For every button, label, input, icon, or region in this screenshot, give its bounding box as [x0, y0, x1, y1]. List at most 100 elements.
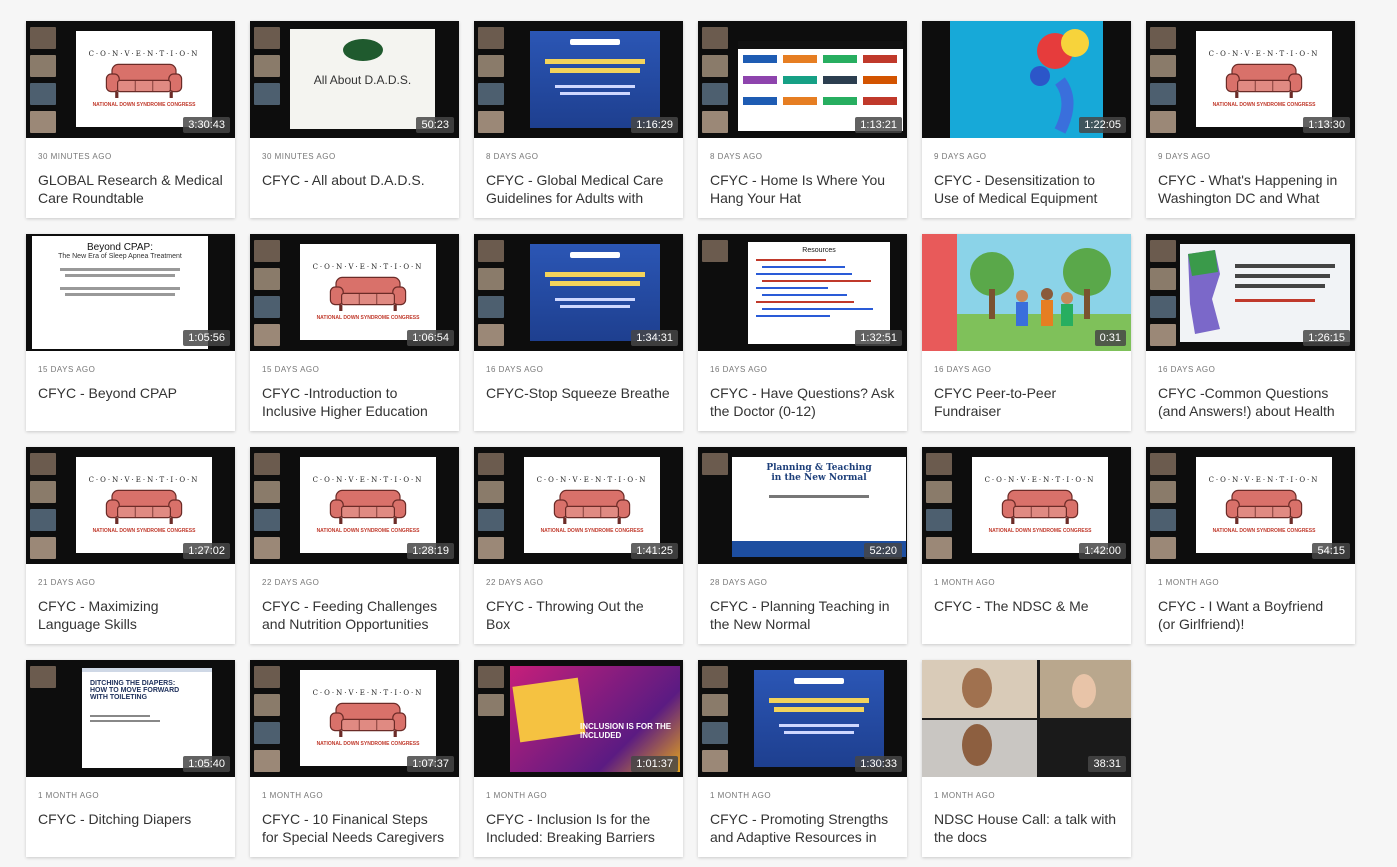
- video-card[interactable]: Planning & Teaching in the New Normal 52…: [698, 447, 907, 644]
- video-thumbnail[interactable]: Beyond CPAP: The New Era of Sleep Apnea …: [26, 234, 235, 351]
- duration-badge: 1:05:40: [183, 756, 230, 772]
- webcam-tile: [30, 55, 56, 77]
- duration-badge: 1:27:02: [183, 543, 230, 559]
- video-card[interactable]: 1:22:05 9 DAYS AGO CFYC - Desensitizatio…: [922, 21, 1131, 218]
- video-card[interactable]: C·O·N·V·E·N·T·I·O·N NATIONAL DOWN SYNDRO…: [474, 447, 683, 644]
- video-thumbnail[interactable]: DITCHING THE DIAPERS: HOW TO MOVE FORWARD…: [26, 660, 235, 777]
- video-thumbnail[interactable]: 1:13:21: [698, 21, 907, 138]
- video-card[interactable]: C·O·N·V·E·N·T·I·O·N NATIONAL DOWN SYNDRO…: [250, 234, 459, 431]
- video-thumbnail[interactable]: C·O·N·V·E·N·T·I·O·N NATIONAL DOWN SYNDRO…: [1146, 447, 1355, 564]
- video-title[interactable]: CFYC - Ditching Diapers: [38, 810, 223, 828]
- webcam-tile: [478, 240, 504, 262]
- couch-icon: [329, 276, 407, 311]
- webcam-tile: [702, 27, 728, 49]
- video-title[interactable]: CFYC Peer-to-Peer Fundraiser: [934, 384, 1119, 420]
- video-title[interactable]: CFYC - Global Medical Care Guidelines fo…: [486, 171, 671, 207]
- duration-badge: 54:15: [1312, 543, 1350, 559]
- video-thumbnail[interactable]: C·O·N·V·E·N·T·I·O·N NATIONAL DOWN SYNDRO…: [922, 447, 1131, 564]
- couch-icon: [553, 489, 631, 524]
- webcam-tile: [1150, 55, 1176, 77]
- video-title[interactable]: CFYC -Common Questions (and Answers!) ab…: [1158, 384, 1343, 420]
- slide-preview: C·O·N·V·E·N·T·I·O·N NATIONAL DOWN SYNDRO…: [1196, 31, 1332, 127]
- upload-age: 30 MINUTES AGO: [262, 152, 336, 161]
- slide-preview: C·O·N·V·E·N·T·I·O·N NATIONAL DOWN SYNDRO…: [76, 457, 212, 553]
- couch-icon: [329, 489, 407, 524]
- video-title[interactable]: CFYC - Promoting Strengths and Adaptive …: [710, 810, 895, 846]
- video-title[interactable]: NDSC House Call: a talk with the docs: [934, 810, 1119, 846]
- video-thumbnail[interactable]: 1:34:31: [474, 234, 683, 351]
- slide-preview: C·O·N·V·E·N·T·I·O·N NATIONAL DOWN SYNDRO…: [1196, 457, 1332, 553]
- video-card[interactable]: C·O·N·V·E·N·T·I·O·N NATIONAL DOWN SYNDRO…: [250, 447, 459, 644]
- video-card[interactable]: 1:34:31 16 DAYS AGO CFYC-Stop Squeeze Br…: [474, 234, 683, 431]
- video-card[interactable]: All About D.A.D.S. 50:23 30 MINUTES AGO …: [250, 21, 459, 218]
- video-thumbnail[interactable]: 38:31: [922, 660, 1131, 777]
- video-card[interactable]: C·O·N·V·E·N·T·I·O·N NATIONAL DOWN SYNDRO…: [1146, 447, 1355, 644]
- video-title[interactable]: CFYC - Home Is Where You Hang Your Hat: [710, 171, 895, 207]
- video-title[interactable]: CFYC - All about D.A.D.S.: [262, 171, 447, 189]
- video-title[interactable]: CFYC-Stop Squeeze Breathe: [486, 384, 671, 402]
- couch-icon: [1225, 63, 1303, 98]
- video-card[interactable]: C·O·N·V·E·N·T·I·O·N NATIONAL DOWN SYNDRO…: [26, 447, 235, 644]
- webcam-tile: [1150, 453, 1176, 475]
- webcam-tile: [254, 55, 280, 77]
- video-title[interactable]: GLOBAL Research & Medical Care Roundtabl…: [38, 171, 223, 207]
- slide-preview: C·O·N·V·E·N·T·I·O·N NATIONAL DOWN SYNDRO…: [300, 457, 436, 553]
- video-title[interactable]: CFYC - Beyond CPAP: [38, 384, 223, 402]
- video-card[interactable]: DITCHING THE DIAPERS: HOW TO MOVE FORWARD…: [26, 660, 235, 857]
- video-thumbnail[interactable]: 1:26:15: [1146, 234, 1355, 351]
- video-title[interactable]: CFYC - Maximizing Language Skills: [38, 597, 223, 633]
- upload-age: 1 MONTH AGO: [934, 791, 996, 800]
- upload-age: 15 DAYS AGO: [38, 365, 96, 374]
- video-thumbnail[interactable]: C·O·N·V·E·N·T·I·O·N NATIONAL DOWN SYNDRO…: [26, 21, 235, 138]
- video-thumbnail[interactable]: 1:22:05: [922, 21, 1131, 138]
- video-card[interactable]: C·O·N·V·E·N·T·I·O·N NATIONAL DOWN SYNDRO…: [250, 660, 459, 857]
- video-card[interactable]: Beyond CPAP: The New Era of Sleep Apnea …: [26, 234, 235, 431]
- video-title[interactable]: CFYC - 10 Finanical Steps for Special Ne…: [262, 810, 447, 846]
- video-card[interactable]: 1:26:15 16 DAYS AGO CFYC -Common Questio…: [1146, 234, 1355, 431]
- webcam-tile: [1150, 83, 1176, 105]
- webcam-tile: [1150, 111, 1176, 133]
- video-card[interactable]: 1:16:29 8 DAYS AGO CFYC - Global Medical…: [474, 21, 683, 218]
- video-title[interactable]: CFYC - Have Questions? Ask the Doctor (0…: [710, 384, 895, 420]
- video-thumbnail[interactable]: Resources 1:32:51: [698, 234, 907, 351]
- video-title[interactable]: CFYC - Feeding Challenges and Nutrition …: [262, 597, 447, 633]
- video-card[interactable]: C·O·N·V·E·N·T·I·O·N NATIONAL DOWN SYNDRO…: [922, 447, 1131, 644]
- video-thumbnail[interactable]: C·O·N·V·E·N·T·I·O·N NATIONAL DOWN SYNDRO…: [474, 447, 683, 564]
- video-thumbnail[interactable]: 1:30:33: [698, 660, 907, 777]
- video-thumbnail[interactable]: 0:31: [922, 234, 1131, 351]
- video-thumbnail[interactable]: Planning & Teaching in the New Normal 52…: [698, 447, 907, 564]
- video-thumbnail[interactable]: C·O·N·V·E·N·T·I·O·N NATIONAL DOWN SYNDRO…: [250, 447, 459, 564]
- video-thumbnail[interactable]: C·O·N·V·E·N·T·I·O·N NATIONAL DOWN SYNDRO…: [1146, 21, 1355, 138]
- webcam-tile: [30, 453, 56, 475]
- video-title[interactable]: CFYC - What's Happening in Washington DC…: [1158, 171, 1343, 207]
- video-title[interactable]: CFYC - Inclusion Is for the Included: Br…: [486, 810, 671, 846]
- video-thumbnail[interactable]: 1:16:29: [474, 21, 683, 138]
- map-icon: [1188, 250, 1335, 334]
- couch-icon: [105, 489, 183, 524]
- upload-age: 16 DAYS AGO: [1158, 365, 1216, 374]
- video-title[interactable]: CFYC - The NDSC & Me: [934, 597, 1119, 615]
- couch-icon: [329, 702, 407, 737]
- video-thumbnail[interactable]: C·O·N·V·E·N·T·I·O·N NATIONAL DOWN SYNDRO…: [250, 234, 459, 351]
- video-card[interactable]: C·O·N·V·E·N·T·I·O·N NATIONAL DOWN SYNDRO…: [1146, 21, 1355, 218]
- video-card[interactable]: Resources 1:32:51 16 DAYS AGO CFYC - Hav…: [698, 234, 907, 431]
- video-title[interactable]: CFYC - Throwing Out the Box: [486, 597, 671, 633]
- video-card[interactable]: 38:31 1 MONTH AGO NDSC House Call: a tal…: [922, 660, 1131, 857]
- video-title[interactable]: CFYC - Desensitization to Use of Medical…: [934, 171, 1119, 207]
- webcam-tile: [702, 55, 728, 77]
- video-thumbnail[interactable]: INCLUSION IS FOR THE INCLUDED 1:01:37: [474, 660, 683, 777]
- upload-age: 1 MONTH AGO: [38, 791, 100, 800]
- video-title[interactable]: CFYC - I Want a Boyfriend (or Girlfriend…: [1158, 597, 1343, 633]
- webcam-tile: [478, 509, 504, 531]
- video-title[interactable]: CFYC - Planning Teaching in the New Norm…: [710, 597, 895, 633]
- video-thumbnail[interactable]: C·O·N·V·E·N·T·I·O·N NATIONAL DOWN SYNDRO…: [250, 660, 459, 777]
- video-thumbnail[interactable]: C·O·N·V·E·N·T·I·O·N NATIONAL DOWN SYNDRO…: [26, 447, 235, 564]
- video-card[interactable]: 1:30:33 1 MONTH AGO CFYC - Promoting Str…: [698, 660, 907, 857]
- duration-badge: 1:30:33: [855, 756, 902, 772]
- video-card[interactable]: 1:13:21 8 DAYS AGO CFYC - Home Is Where …: [698, 21, 907, 218]
- video-card[interactable]: 0:31 16 DAYS AGO CFYC Peer-to-Peer Fundr…: [922, 234, 1131, 431]
- video-card[interactable]: C·O·N·V·E·N·T·I·O·N NATIONAL DOWN SYNDRO…: [26, 21, 235, 218]
- video-thumbnail[interactable]: All About D.A.D.S. 50:23: [250, 21, 459, 138]
- video-card[interactable]: INCLUSION IS FOR THE INCLUDED 1:01:37 1 …: [474, 660, 683, 857]
- video-title[interactable]: CFYC -Introduction to Inclusive Higher E…: [262, 384, 447, 420]
